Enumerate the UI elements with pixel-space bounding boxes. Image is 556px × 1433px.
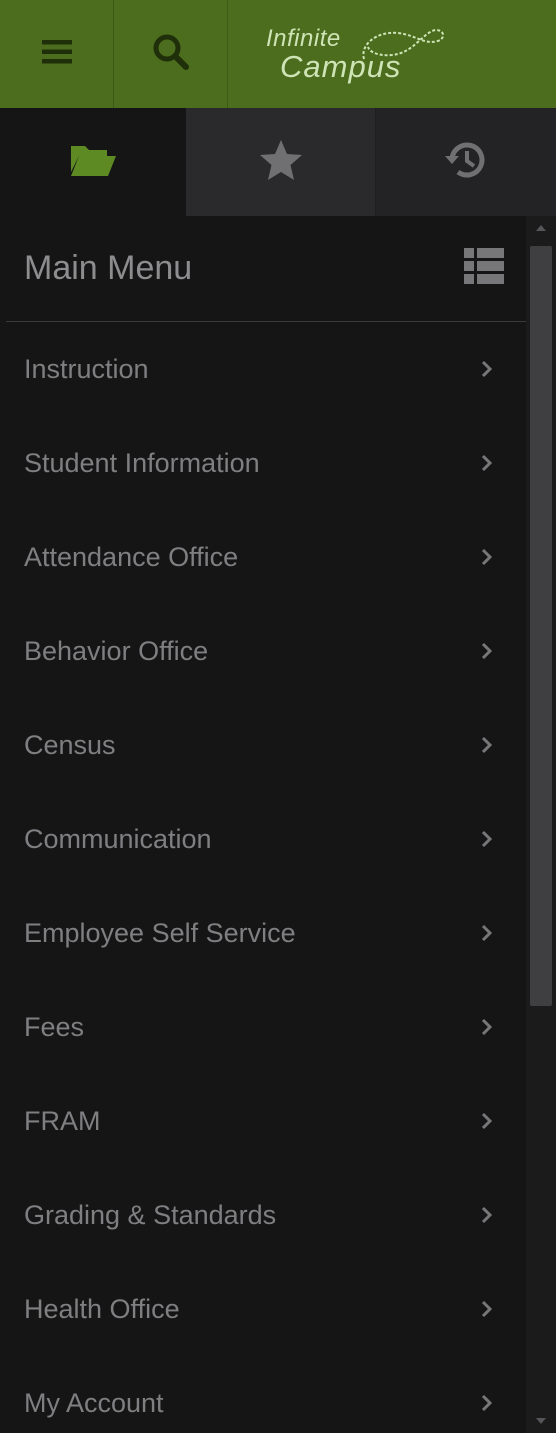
chevron-right-icon [478, 1298, 496, 1320]
menu-item-instruction[interactable]: Instruction [6, 322, 526, 416]
menu-item-fees[interactable]: Fees [6, 980, 526, 1074]
scroll-up-arrow-icon[interactable] [526, 216, 556, 240]
chevron-right-icon [478, 734, 496, 756]
menu-item-label: FRAM [24, 1105, 101, 1136]
menu-item-student-information[interactable]: Student Information [6, 416, 526, 510]
menu-item-employee-self-service[interactable]: Employee Self Service [6, 886, 526, 980]
navigation-tabs [0, 108, 556, 216]
chevron-right-icon [478, 358, 496, 380]
history-icon [444, 140, 488, 185]
chevron-right-icon [478, 1392, 496, 1414]
chevron-right-icon [478, 640, 496, 662]
menu-item-label: Student Information [24, 447, 260, 478]
folder-open-icon [69, 142, 117, 183]
panel-title: Main Menu [24, 249, 193, 287]
menu-item-census[interactable]: Census [6, 698, 526, 792]
chevron-right-icon [478, 828, 496, 850]
chevron-right-icon [478, 546, 496, 568]
menu-item-label: Instruction [24, 353, 149, 384]
menu-item-label: Behavior Office [24, 635, 209, 666]
main-menu-panel: Main Menu Instruction Student Informatio… [6, 216, 526, 1433]
top-bar: Infinite Campus [0, 0, 556, 108]
star-icon [259, 139, 303, 186]
search-icon [152, 33, 190, 76]
tab-favorites[interactable] [186, 108, 376, 216]
app-logo[interactable]: Infinite Campus [228, 0, 556, 108]
logo-swirl-icon [362, 29, 445, 60]
list-view-icon[interactable] [464, 248, 504, 289]
chevron-right-icon [478, 1204, 496, 1226]
menu-item-grading-standards[interactable]: Grading & Standards [6, 1168, 526, 1262]
menu-button[interactable] [0, 0, 114, 108]
menu-item-behavior-office[interactable]: Behavior Office [6, 604, 526, 698]
menu-item-label: Communication [24, 823, 212, 854]
search-button[interactable] [114, 0, 228, 108]
scroll-down-arrow-icon[interactable] [526, 1409, 556, 1433]
chevron-right-icon [478, 922, 496, 944]
menu-item-health-office[interactable]: Health Office [6, 1262, 526, 1356]
menu-item-label: Health Office [24, 1293, 180, 1324]
menu-item-label: Fees [24, 1011, 85, 1042]
chevron-right-icon [478, 1110, 496, 1132]
tab-folders[interactable] [0, 108, 186, 216]
chevron-right-icon [478, 452, 496, 474]
scrollbar[interactable] [526, 216, 556, 1433]
menu-item-label: Grading & Standards [24, 1199, 277, 1230]
scrollbar-thumb[interactable] [530, 246, 552, 1006]
panel-header: Main Menu [6, 216, 526, 322]
menu-item-attendance-office[interactable]: Attendance Office [6, 510, 526, 604]
menu-item-communication[interactable]: Communication [6, 792, 526, 886]
hamburger-icon [41, 39, 72, 70]
menu-item-label: My Account [24, 1387, 164, 1418]
menu-item-label: Census [24, 729, 116, 760]
menu-item-label: Attendance Office [24, 541, 239, 572]
tab-history[interactable] [376, 108, 556, 216]
menu-item-fram[interactable]: FRAM [6, 1074, 526, 1168]
chevron-right-icon [478, 1016, 496, 1038]
menu-item-my-account[interactable]: My Account [6, 1356, 526, 1433]
menu-item-label: Employee Self Service [24, 917, 296, 948]
